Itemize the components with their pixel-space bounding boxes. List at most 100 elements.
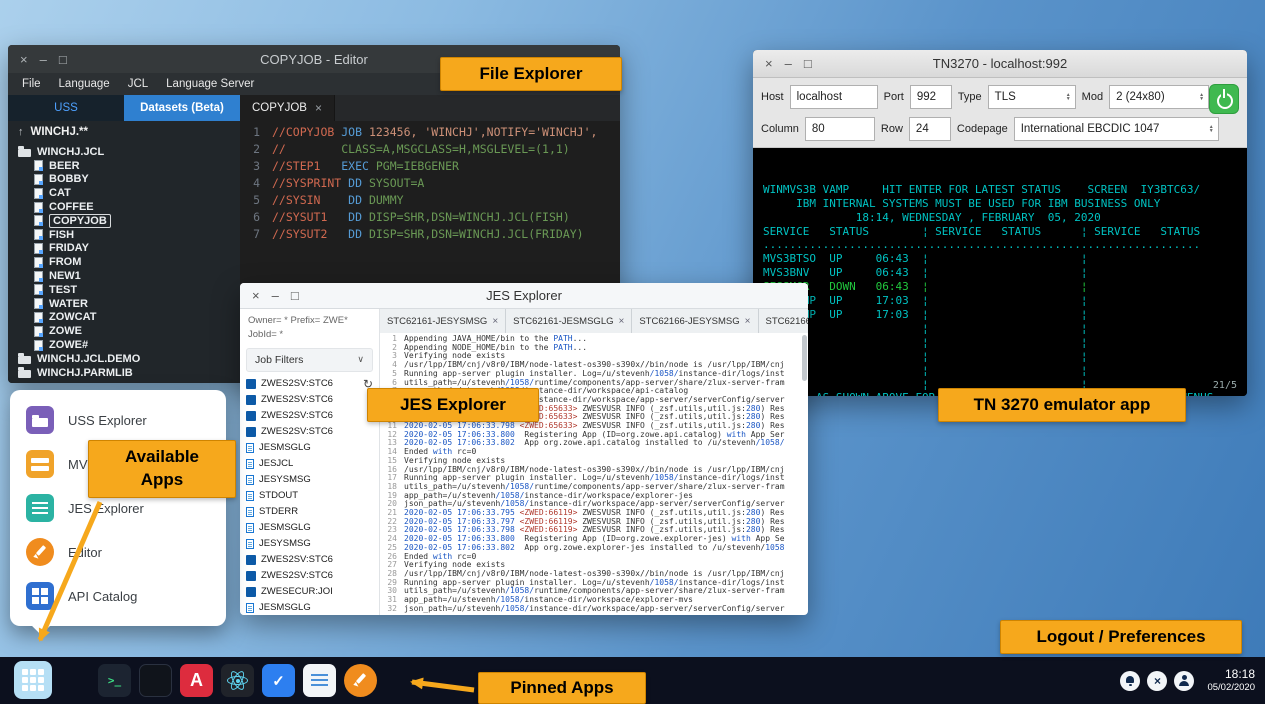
jes-job-item[interactable]: ZWES2SV:STC6	[240, 568, 379, 584]
maximize-icon[interactable]: □	[59, 52, 67, 67]
code-editor[interactable]: 1//COPYJOB JOB 123456, 'WINCHJ',NOTIFY='…	[240, 121, 620, 243]
tn-mod-select[interactable]: 2 (24x80)▲▼	[1109, 85, 1209, 109]
menu-jcl[interactable]: JCL	[120, 78, 156, 90]
jes-titlebar[interactable]: × – □ JES Explorer	[240, 283, 808, 309]
vt-terminal-app[interactable]	[139, 664, 172, 697]
logout-button[interactable]: ×	[1147, 671, 1167, 691]
tree-file-new1[interactable]: NEW1	[8, 269, 240, 283]
jes-main-panel: STC62161-JESYSMSG×STC62161-JESMSGLG×STC6…	[380, 309, 808, 615]
menu-file[interactable]: File	[14, 78, 49, 90]
jes-job-item[interactable]: ZWES2SV:STC6	[240, 552, 379, 568]
dataset-panel: USSDatasets (Beta) ↑ WINCHJ.** WINCHJ.JC…	[8, 95, 240, 383]
jes-spool-item[interactable]: STDOUT	[240, 488, 379, 504]
app-tray-item-api-catalog[interactable]: API Catalog	[10, 574, 226, 618]
tasks-sample-app[interactable]: ✓	[262, 664, 295, 697]
minimize-icon[interactable]: –	[272, 288, 279, 303]
tn-mod-label: Mod	[1082, 91, 1103, 103]
tn-row-input[interactable]	[909, 117, 951, 141]
code-line: 4//SYSPRINT DD SYSOUT=A	[240, 175, 620, 192]
jes-tab-stc62166-jesysmsg[interactable]: STC62166-JESYSMSG×	[632, 309, 758, 333]
tn-type-label: Type	[958, 91, 982, 103]
close-icon[interactable]: ×	[765, 56, 773, 71]
close-icon[interactable]: ×	[252, 288, 260, 303]
spool-file-icon	[246, 523, 254, 533]
tn-column-input[interactable]	[805, 117, 875, 141]
minimize-icon[interactable]: –	[40, 52, 47, 67]
app-tray-popup: USS ExplorerMVS ExplorerJES ExplorerEdit…	[10, 390, 226, 626]
close-tab-icon[interactable]: ×	[315, 101, 322, 115]
tree-file-friday[interactable]: FRIDAY	[8, 242, 240, 256]
close-tab-icon[interactable]: ×	[745, 316, 751, 327]
start-button[interactable]	[14, 661, 52, 699]
jes-spool-item[interactable]: JESMSGLG	[240, 600, 379, 615]
tree-file-copyjob[interactable]: COPYJOB	[8, 214, 240, 228]
jes-tab-stc62166-jesm[interactable]: STC62166-JESM×	[759, 309, 808, 333]
tree-file-zowe[interactable]: ZOWE#	[8, 338, 240, 352]
tree-file-fish[interactable]: FISH	[8, 228, 240, 242]
jes-job-item[interactable]: ZWES2SV:STC6	[240, 392, 379, 408]
tree-file-test[interactable]: TEST	[8, 283, 240, 297]
jes-job-item[interactable]: ZWES2SV:STC6	[240, 424, 379, 440]
jes-spool-item[interactable]: JESYSMSG	[240, 472, 379, 488]
notifications-button[interactable]	[1120, 671, 1140, 691]
tn-column-label: Column	[761, 123, 799, 135]
menu-language-server[interactable]: Language Server	[158, 78, 262, 90]
close-tab-icon[interactable]: ×	[492, 316, 498, 327]
tn-codepage-select[interactable]: International EBCDIC 1047▲▼	[1014, 117, 1219, 141]
jes-spool-item[interactable]: JESJCL	[240, 456, 379, 472]
maximize-icon[interactable]: □	[291, 288, 299, 303]
tn-host-input[interactable]	[790, 85, 878, 109]
tree-file-zowe[interactable]: ZOWE	[8, 324, 240, 338]
tree-file-water[interactable]: WATER	[8, 297, 240, 311]
jes-job-item[interactable]: ZWESECUR:JOI	[240, 584, 379, 600]
workflows-app[interactable]	[303, 664, 336, 697]
tree-label: ZOWE	[49, 325, 82, 337]
jes-tab-stc62161-jesysmsg[interactable]: STC62161-JESYSMSG×	[380, 309, 506, 333]
tree-file-coffee[interactable]: COFFEE	[8, 200, 240, 214]
tn3270-titlebar[interactable]: × – □ TN3270 - localhost:992	[753, 50, 1247, 78]
angular-sample-app[interactable]: A	[180, 664, 213, 697]
tree-label: BEER	[49, 160, 80, 172]
tree-file-zowcat[interactable]: ZOWCAT	[8, 311, 240, 325]
tree-file-bobby[interactable]: BOBBY	[8, 173, 240, 187]
terminal-screen: WINMVS3B VAMP HIT ENTER FOR LATEST STATU…	[763, 183, 1237, 396]
tree-file-from[interactable]: FROM	[8, 255, 240, 269]
scrollbar[interactable]	[802, 335, 807, 381]
tree-file-cat[interactable]: CAT	[8, 186, 240, 200]
jes-spool-item[interactable]: STDERR	[240, 504, 379, 520]
jes-job-item[interactable]: ZWES2SV:STC6	[240, 408, 379, 424]
tab-uss[interactable]: USS	[8, 95, 124, 121]
job-output-viewer[interactable]: 1Appending JAVA_HOME/bin to the PATH...2…	[380, 333, 808, 615]
editor-app[interactable]	[344, 664, 377, 697]
job-tree: ZWES2SV:STC6↻ZWES2SV:STC6ZWES2SV:STC6ZWE…	[240, 376, 379, 615]
app-tray-item-uss-explorer[interactable]: USS Explorer	[10, 398, 226, 442]
job-filters-dropdown[interactable]: Job Filters ∨	[246, 348, 373, 372]
preferences-button[interactable]	[1174, 671, 1194, 691]
jes-tab-stc62161-jesmsglg[interactable]: STC62161-JESMSGLG×	[506, 309, 632, 333]
tree-folder-winchj-jcl-demo[interactable]: WINCHJ.JCL.DEMO	[8, 352, 240, 366]
tree-file-beer[interactable]: BEER	[8, 159, 240, 173]
tab-datasets-beta[interactable]: Datasets (Beta)	[124, 95, 240, 121]
jes-spool-item[interactable]: JESYSMSG	[240, 536, 379, 552]
app-tray-item-editor[interactable]: Editor	[10, 530, 226, 574]
editor-tab-copyjob[interactable]: COPYJOB ×	[240, 95, 335, 121]
close-icon[interactable]: ×	[20, 52, 28, 67]
tn3270-terminal[interactable]: WINMVS3B VAMP HIT ENTER FOR LATEST STATU…	[753, 148, 1247, 396]
tn-type-select[interactable]: TLS▲▼	[988, 85, 1076, 109]
tree-folder-winchj-parmlib[interactable]: WINCHJ.PARMLIB	[8, 366, 240, 380]
jes-job-item[interactable]: ZWES2SV:STC6↻	[240, 376, 379, 392]
folder-icon	[18, 356, 31, 364]
power-button[interactable]	[1209, 84, 1239, 114]
react-sample-app[interactable]	[221, 664, 254, 697]
tn3270-terminal-app[interactable]: >_	[98, 664, 131, 697]
maximize-icon[interactable]: □	[804, 56, 812, 71]
minimize-icon[interactable]: –	[785, 56, 792, 71]
jes-spool-item[interactable]: JESMSGLG	[240, 440, 379, 456]
tn-port-input[interactable]	[910, 85, 952, 109]
close-tab-icon[interactable]: ×	[619, 316, 625, 327]
menu-language[interactable]: Language	[51, 78, 118, 90]
dataset-filter[interactable]: ↑ WINCHJ.**	[8, 121, 240, 143]
tree-folder-winchj-jcl[interactable]: WINCHJ.JCL	[8, 145, 240, 159]
jes-spool-item[interactable]: JESMSGLG	[240, 520, 379, 536]
code-line: 3//STEP1 EXEC PGM=IEBGENER	[240, 158, 620, 175]
